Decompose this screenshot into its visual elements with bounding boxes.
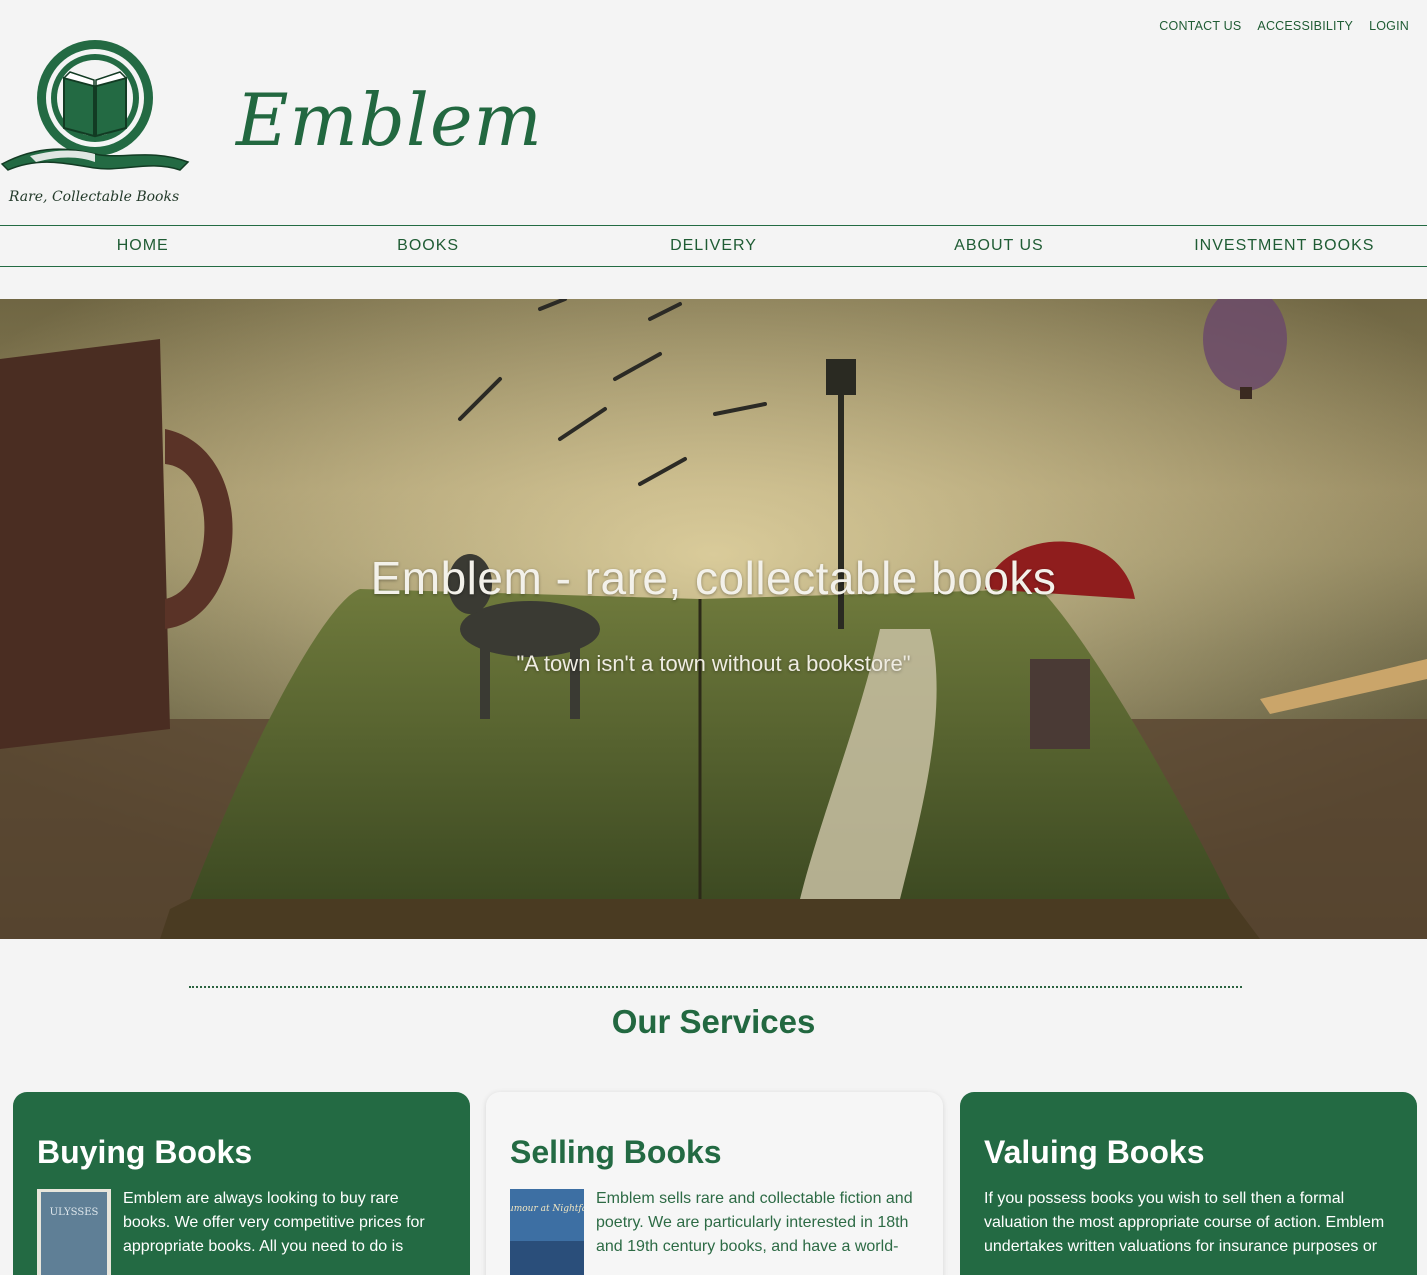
nav-investment-books[interactable]: INVESTMENT BOOKS	[1142, 226, 1427, 266]
nav-home[interactable]: HOME	[0, 226, 285, 266]
login-link[interactable]: LOGIN	[1369, 19, 1409, 33]
nav-about-us[interactable]: ABOUT US	[856, 226, 1141, 266]
book-emblem-icon: Rare, Collectable Books	[0, 40, 190, 205]
service-card-title: Buying Books	[37, 1134, 253, 1170]
hero-banner: Emblem - rare, collectable books "A town…	[0, 299, 1427, 939]
nav-books[interactable]: BOOKS	[285, 226, 570, 266]
services-title: Our Services	[611, 1003, 816, 1040]
section-divider	[189, 986, 1242, 988]
utility-nav: CONTACT US ACCESSIBILITY LOGIN	[1159, 19, 1409, 33]
service-card-text: Emblem are always looking to buy rare bo…	[123, 1190, 425, 1255]
service-card-title: Selling Books	[510, 1134, 722, 1170]
ulysses-book-image: ULYSSES	[37, 1189, 111, 1275]
logo-tagline: Rare, Collectable Books	[8, 189, 179, 205]
accessibility-link[interactable]: ACCESSIBILITY	[1257, 19, 1353, 33]
rumour-at-nightfall-book-image: Rumour at Nightfall	[510, 1189, 584, 1275]
hero-illustration	[0, 299, 1427, 939]
service-card-valuing[interactable]: Valuing Books If you possess books you w…	[960, 1092, 1417, 1275]
main-nav: HOME BOOKS DELIVERY ABOUT US INVESTMENT …	[0, 225, 1427, 267]
service-card-text: If you possess books you wish to sell th…	[984, 1190, 1385, 1255]
brand-wordmark[interactable]: Emblem	[236, 78, 543, 162]
service-card-text: Emblem sells rare and collectable fictio…	[596, 1190, 913, 1255]
logo[interactable]: Rare, Collectable Books	[0, 36, 190, 208]
hero-subtitle: "A town isn't a town without a bookstore…	[516, 651, 911, 676]
book-cover-label: Rumour at Nightfall	[510, 1204, 584, 1214]
contact-us-link[interactable]: CONTACT US	[1159, 19, 1241, 33]
service-card-title: Valuing Books	[984, 1134, 1205, 1170]
service-card-buying[interactable]: Buying Books ULYSSES Emblem are always l…	[13, 1092, 470, 1275]
nav-delivery[interactable]: DELIVERY	[571, 226, 856, 266]
hero-title: Emblem - rare, collectable books	[370, 552, 1057, 604]
book-cover-label: ULYSSES	[50, 1207, 99, 1218]
service-card-selling[interactable]: Selling Books Rumour at Nightfall Emblem…	[486, 1092, 943, 1275]
